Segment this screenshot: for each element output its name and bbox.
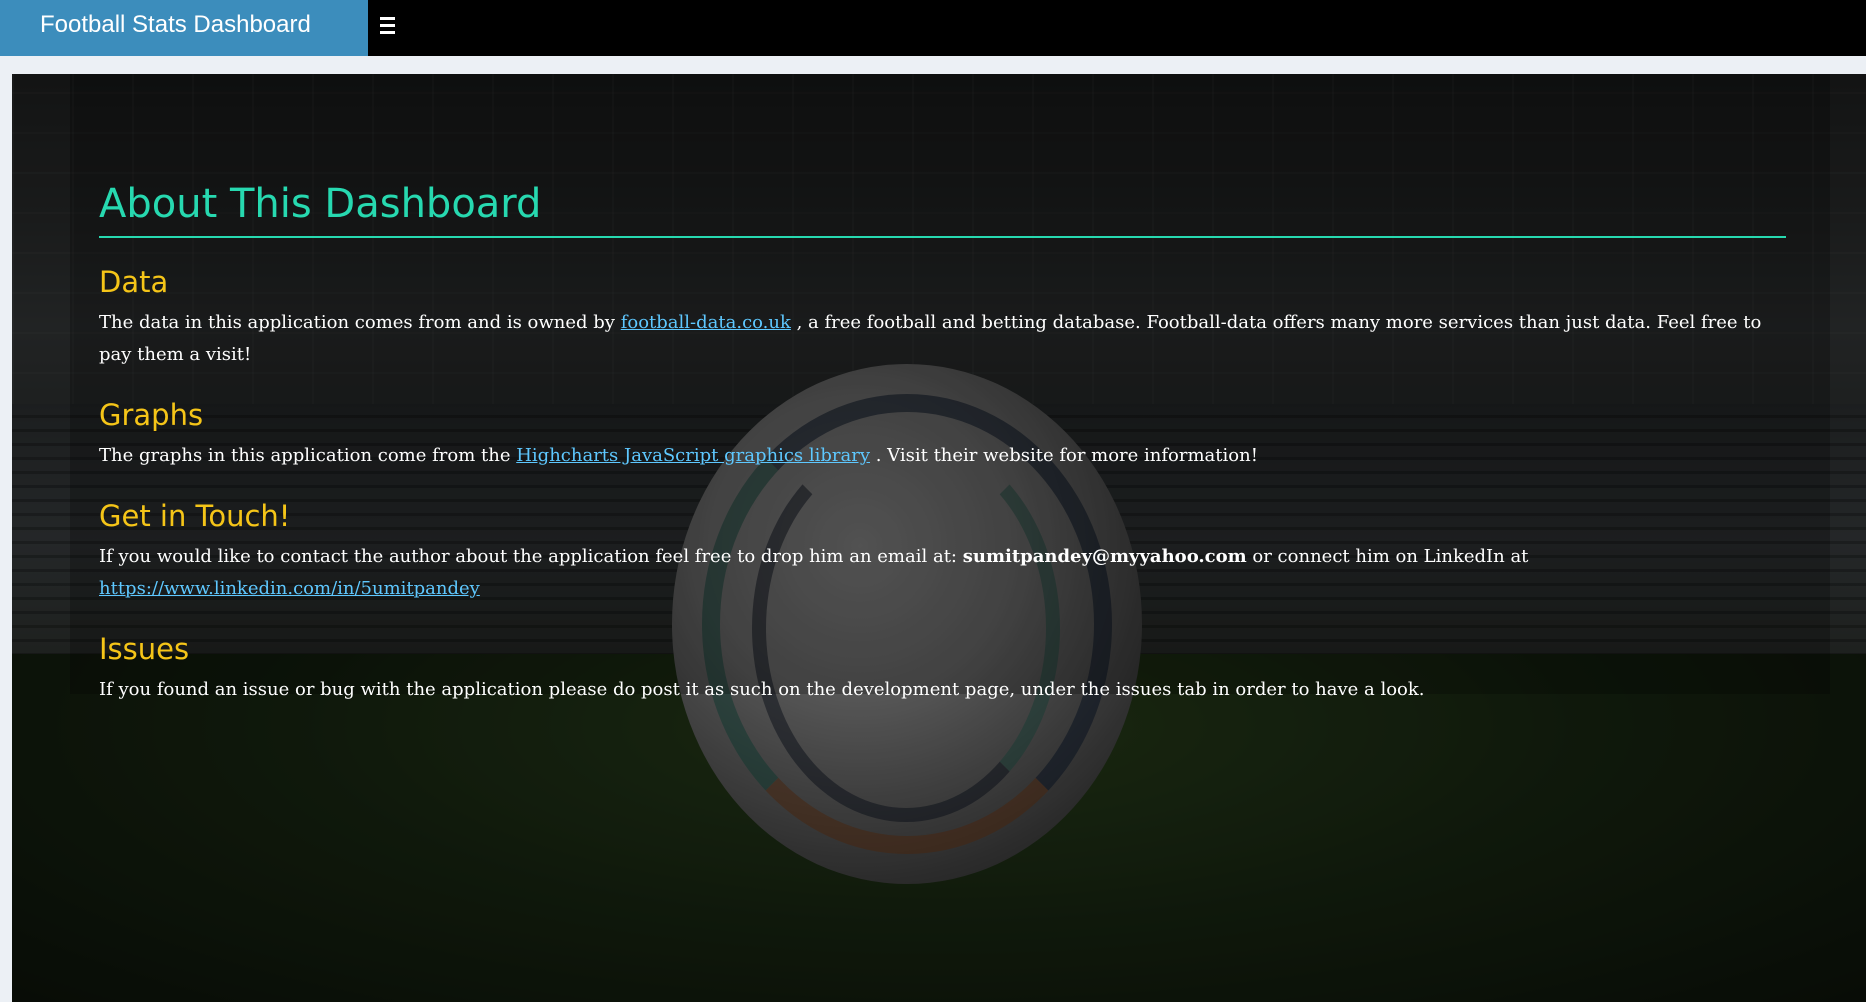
content-area: About This Dashboard Data The data in th…	[12, 74, 1866, 1002]
hamburger-line	[380, 30, 395, 34]
top-navbar: Football Stats Dashboard	[0, 0, 1866, 56]
linkedin-link[interactable]: https://www.linkedin.com/in/5umitpandey	[99, 578, 480, 599]
hamburger-icon[interactable]	[380, 0, 410, 50]
section-issues: Issues If you found an issue or bug with…	[99, 635, 1799, 706]
about-content: About This Dashboard Data The data in th…	[99, 184, 1799, 706]
section-heading: Graphs	[99, 398, 204, 432]
section-contact: Get in Touch! If you would like to conta…	[99, 502, 1799, 605]
section-text: The data in this application comes from …	[99, 312, 1762, 365]
section-heading: Data	[99, 265, 169, 299]
section-heading: Get in Touch!	[99, 499, 291, 533]
hamburger-line	[380, 23, 395, 27]
section-text: If you found an issue or bug with the ap…	[99, 679, 1425, 700]
section-heading: Issues	[99, 632, 190, 666]
football-data-link[interactable]: football-data.co.uk	[621, 312, 791, 333]
contact-email: sumitpandey@myyahoo.com	[962, 546, 1247, 567]
section-text: If you would like to contact the author …	[99, 546, 1529, 599]
page-title: About This Dashboard	[99, 184, 1786, 238]
section-text: The graphs in this application come from…	[99, 445, 1258, 466]
app-brand[interactable]: Football Stats Dashboard	[0, 0, 368, 56]
section-graphs: Graphs The graphs in this application co…	[99, 401, 1799, 472]
section-data: Data The data in this application comes …	[99, 268, 1799, 371]
hamburger-line	[380, 16, 395, 20]
highcharts-link[interactable]: Highcharts JavaScript graphics library	[516, 445, 870, 466]
